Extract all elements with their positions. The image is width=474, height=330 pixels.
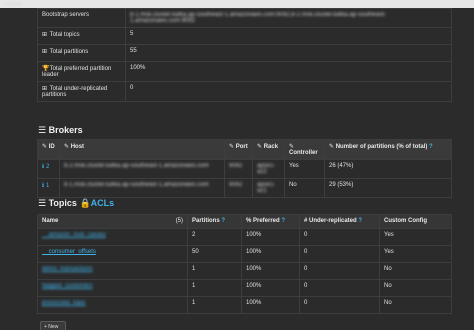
topics-title: Topics — [48, 198, 77, 208]
col-partitions[interactable]: Partitions ? — [187, 214, 242, 229]
broker-row[interactable]: ℹ 2 b-2.msk.cluster.kafka.ap-southeast-1… — [37, 159, 452, 179]
total-partitions-label: Total partitions — [49, 49, 89, 55]
topic-row[interactable]: __consumer_offsets 50 100% 0 Yes — [37, 245, 452, 263]
topics-icon: ⊞ — [42, 32, 48, 38]
cluster-row-under-replicated: ⊞ Total under-replicated partitions 0 — [37, 81, 452, 102]
broker-rack: apse1-az2 — [257, 163, 276, 175]
preferred-leader-value: 100% — [130, 65, 146, 71]
col-rack[interactable]: ✎ Rack — [252, 139, 285, 160]
under-replicated-icon: ⊞ — [42, 86, 48, 92]
topic-link[interactable]: __amazon_msk_canary — [42, 232, 106, 238]
col-preferred[interactable]: % Preferred ? — [241, 214, 300, 229]
help-icon[interactable]: ? — [281, 218, 285, 224]
broker-id[interactable]: 2 — [46, 164, 49, 170]
info-icon[interactable]: ℹ — [42, 164, 44, 170]
acls-link[interactable]: 🔒ACLs — [79, 198, 114, 208]
help-icon[interactable]: ? — [358, 218, 362, 224]
topic-custom-config: No — [379, 279, 452, 297]
preferred-leader-label: Total preferred partition leader — [42, 66, 112, 78]
broker-controller: No — [289, 182, 297, 188]
topic-custom-config: No — [379, 296, 452, 314]
topics-list-icon: ☰ — [38, 198, 47, 208]
topic-custom-config: Yes — [379, 228, 452, 246]
col-controller[interactable]: ✎ Controller — [284, 139, 325, 160]
info-icon[interactable]: ℹ — [42, 183, 44, 189]
bootstrap-label-cell: Bootstrap servers — [37, 8, 126, 28]
col-custom-config[interactable]: Custom Config — [379, 214, 452, 229]
col-id[interactable]: ✎ ID — [37, 139, 60, 160]
topics-header-row: Name (5) Partitions ? % Preferred ? # Und… — [37, 214, 452, 229]
topic-under-replicated: 0 — [299, 279, 380, 297]
lock-icon: 🔒 — [79, 198, 91, 208]
topic-preferred: 100% — [241, 228, 300, 246]
brokers-table: ✎ ID ✎ Host ✎ Port ✎ Rack ✎ Controller ✎… — [37, 139, 452, 198]
topic-row[interactable]: flagged_customers 1 100% 0 No — [37, 279, 452, 297]
total-partitions-value: 55 — [130, 48, 137, 54]
topic-link[interactable]: demo_transactions — [42, 266, 93, 272]
topic-row[interactable]: demo_transactions 1 100% 0 No — [37, 262, 452, 280]
topic-partitions: 2 — [187, 228, 242, 246]
topic-partitions: 1 — [187, 262, 242, 280]
broker-port: 9092 — [229, 182, 243, 188]
partitions-icon: ⊞ — [42, 49, 48, 55]
topic-custom-config: Yes — [379, 245, 452, 263]
broker-row[interactable]: ℹ 1 b-1.msk.cluster.kafka.ap-southeast-1… — [37, 178, 452, 198]
cluster-row-preferred: 🏆 Total preferred partition leader 100% — [37, 61, 452, 82]
topic-custom-config: No — [379, 262, 452, 280]
cluster-row-partitions: ⊞ Total partitions 55 — [37, 44, 452, 62]
bootstrap-servers-value: b-1.msk.cluster.kafka.ap-southeast-1.ama… — [130, 12, 387, 24]
bootstrap-label: Bootstrap servers — [42, 12, 90, 18]
total-topics-value: 5 — [130, 31, 134, 37]
topic-under-replicated: 0 — [299, 262, 380, 280]
broker-host: b-2.msk.cluster.kafka.ap-southeast-1.ama… — [64, 163, 209, 169]
col-port[interactable]: ✎ Port — [224, 139, 253, 160]
topic-row[interactable]: __amazon_msk_canary 2 100% 0 Yes — [37, 228, 452, 246]
cluster-row-bootstrap: Bootstrap servers b-1.msk.cluster.kafka.… — [37, 8, 452, 28]
broker-partitions: 29 (53%) — [329, 182, 354, 188]
broker-port: 9092 — [229, 163, 243, 169]
brokers-header-row: ✎ ID ✎ Host ✎ Port ✎ Rack ✎ Controller ✎… — [37, 139, 452, 160]
topic-partitions: 1 — [187, 279, 242, 297]
topic-preferred: 100% — [241, 245, 300, 263]
topics-table: Name (5) Partitions ? % Preferred ? # Und… — [37, 214, 452, 314]
broker-host: b-1.msk.cluster.kafka.ap-southeast-1.ama… — [64, 182, 209, 188]
topic-link[interactable]: flagged_customers — [42, 283, 93, 289]
brokers-heading: ☰ Brokers — [38, 125, 83, 136]
topics-heading: ☰ Topics 🔒ACLs — [38, 198, 114, 209]
cluster-summary-table: Bootstrap servers b-1.msk.cluster.kafka.… — [37, 8, 452, 102]
col-partitions[interactable]: ✎ Number of partitions (% of total) ? — [324, 139, 452, 160]
topic-partitions: 50 — [187, 245, 242, 263]
topic-preferred: 100% — [241, 279, 300, 297]
address-text: ...:56:8080 — [3, 1, 22, 6]
topic-under-replicated: 0 — [299, 245, 380, 263]
topic-under-replicated: 0 — [299, 296, 380, 314]
topic-row[interactable]: processed_topic 1 100% 0 No — [37, 296, 452, 314]
total-topics-label: Total topics — [49, 32, 80, 38]
broker-controller: Yes — [289, 163, 299, 169]
new-topic-button[interactable]: + New — [40, 321, 66, 330]
topic-under-replicated: 0 — [299, 228, 380, 246]
topic-preferred: 100% — [241, 296, 300, 314]
under-replicated-label: Total under-replicated partitions — [42, 86, 108, 98]
help-icon[interactable]: ? — [429, 144, 433, 150]
broker-partitions: 26 (47%) — [329, 163, 354, 169]
broker-rack: apse1-az1 — [257, 182, 276, 194]
col-name[interactable]: Name (5) — [37, 214, 188, 229]
topic-preferred: 100% — [241, 262, 300, 280]
topic-partitions: 1 — [187, 296, 242, 314]
brokers-title: Brokers — [48, 125, 83, 135]
topic-link[interactable]: processed_topic — [42, 300, 86, 306]
bootstrap-value-cell: b-1.msk.cluster.kafka.ap-southeast-1.ama… — [125, 8, 452, 28]
cluster-row-topics: ⊞ Total topics 5 — [37, 27, 452, 45]
help-icon[interactable]: ? — [221, 218, 225, 224]
broker-id[interactable]: 1 — [46, 183, 49, 189]
topic-link[interactable]: __consumer_offsets — [42, 249, 96, 255]
col-under-replicated[interactable]: # Under-replicated ? — [299, 214, 380, 229]
server-icon: ☰ — [38, 125, 47, 135]
address-bar[interactable]: ...:56:8080 — [0, 0, 474, 8]
col-host[interactable]: ✎ Host — [59, 139, 225, 160]
trophy-icon: 🏆 — [42, 66, 50, 72]
under-replicated-value: 0 — [130, 85, 134, 91]
